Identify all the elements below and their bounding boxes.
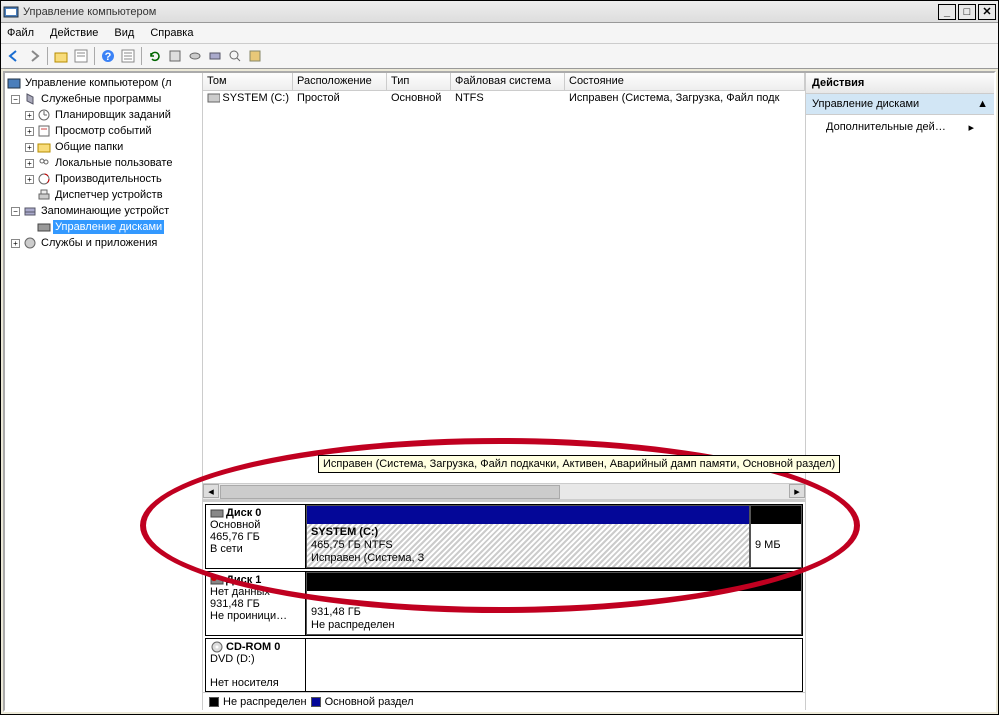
tree-group-storage[interactable]: −Запоминающие устройст xyxy=(5,203,202,219)
legend-unalloc-swatch xyxy=(209,697,219,707)
partition-tooltip: Исправен (Система, Загрузка, Файл подкач… xyxy=(318,455,840,473)
disk1-row: Диск 1 Нет данных 931,48 ГБ Не проиници…… xyxy=(205,571,803,636)
list-hscrollbar[interactable]: ◂ ▸ xyxy=(203,483,805,499)
chevron-right-icon: ▸ xyxy=(968,121,974,134)
minimize-button[interactable]: _ xyxy=(938,4,956,20)
actions-disk-header[interactable]: Управление дисками ▲ xyxy=(806,94,994,115)
col-status[interactable]: Состояние xyxy=(565,73,805,90)
extra-icon[interactable] xyxy=(246,47,264,65)
tree-scheduler[interactable]: +Планировщик заданий xyxy=(5,107,202,123)
content-area: Управление компьютером (л −Служебные про… xyxy=(3,71,996,712)
volume-list-header: Том Расположение Тип Файловая система Со… xyxy=(203,73,805,91)
tree-group-system[interactable]: −Служебные программы xyxy=(5,91,202,107)
menu-help[interactable]: Справка xyxy=(150,27,193,39)
refresh-icon[interactable] xyxy=(146,47,164,65)
disk0-info[interactable]: Диск 0 Основной 465,76 ГБ В сети xyxy=(206,505,306,568)
actions-panel: Действия Управление дисками ▲ Дополнител… xyxy=(806,73,994,710)
tree-devmgr[interactable]: Диспетчер устройств xyxy=(5,187,202,203)
scroll-left-icon[interactable]: ◂ xyxy=(203,484,219,498)
help-icon[interactable]: ? xyxy=(99,47,117,65)
tree-diskmgmt[interactable]: Управление дисками xyxy=(5,219,202,235)
disk0-partition-9mb[interactable]: 9 МБ xyxy=(750,505,802,568)
tree-localusers[interactable]: +Локальные пользовате xyxy=(5,155,202,171)
disk0-partition-system[interactable]: SYSTEM (C:) 465,75 ГБ NTFS Исправен (Сис… xyxy=(306,505,750,568)
tree-perf[interactable]: +Производительность xyxy=(5,171,202,187)
close-button[interactable]: ✕ xyxy=(978,4,996,20)
scroll-thumb[interactable] xyxy=(220,485,560,499)
legend: Не распределен Основной раздел xyxy=(203,692,805,710)
maximize-button[interactable]: □ xyxy=(958,4,976,20)
window-controls: _ □ ✕ xyxy=(938,4,996,20)
volume-list[interactable]: SYSTEM (C:) Простой Основной NTFS Исправ… xyxy=(203,91,805,483)
disk-icon-2[interactable] xyxy=(206,47,224,65)
menu-action[interactable]: Действие xyxy=(50,27,98,39)
legend-primary-swatch xyxy=(311,697,321,707)
forward-button[interactable] xyxy=(25,47,43,65)
legend-unalloc: Не распределен xyxy=(223,696,307,708)
tree-root[interactable]: Управление компьютером (л xyxy=(5,75,202,91)
col-fs[interactable]: Файловая система xyxy=(451,73,565,90)
actions-header: Действия xyxy=(806,73,994,94)
legend-primary: Основной раздел xyxy=(325,696,414,708)
titlebar[interactable]: Управление компьютером _ □ ✕ xyxy=(1,1,998,23)
menu-file[interactable]: Файл xyxy=(7,27,34,39)
tree-group-services[interactable]: +Службы и приложения xyxy=(5,235,202,251)
tree-events[interactable]: +Просмотр событий xyxy=(5,123,202,139)
menu-view[interactable]: Вид xyxy=(114,27,134,39)
window-title: Управление компьютером xyxy=(23,6,938,18)
volume-row[interactable]: SYSTEM (C:) Простой Основной NTFS Исправ… xyxy=(203,91,805,107)
up-icon[interactable] xyxy=(52,47,70,65)
scroll-right-icon[interactable]: ▸ xyxy=(789,484,805,498)
collapse-icon[interactable]: ▲ xyxy=(977,98,988,110)
col-volume[interactable]: Том xyxy=(203,73,293,90)
svg-text:?: ? xyxy=(105,51,112,63)
management-console: Управление компьютером _ □ ✕ Файл Действ… xyxy=(0,0,999,715)
back-button[interactable] xyxy=(5,47,23,65)
list-icon[interactable] xyxy=(119,47,137,65)
tree-panel: Управление компьютером (л −Служебные про… xyxy=(5,73,203,710)
disk-icon-1[interactable] xyxy=(186,47,204,65)
menubar: Файл Действие Вид Справка xyxy=(1,23,998,43)
disk1-unallocated[interactable]: 931,48 ГБ Не распределен xyxy=(306,572,802,635)
tree-shared[interactable]: +Общие папки xyxy=(5,139,202,155)
disk0-row: Диск 0 Основной 465,76 ГБ В сети SYSTEM … xyxy=(205,504,803,569)
disk-graphic-pane: Диск 0 Основной 465,76 ГБ В сети SYSTEM … xyxy=(203,499,805,692)
col-layout[interactable]: Расположение xyxy=(293,73,387,90)
action-more[interactable]: Дополнительные дей… ▸ xyxy=(806,115,994,140)
search-icon[interactable] xyxy=(226,47,244,65)
settings-icon[interactable] xyxy=(166,47,184,65)
cdrom-row: CD-ROM 0 DVD (D:) Нет носителя xyxy=(205,638,803,692)
col-type[interactable]: Тип xyxy=(387,73,451,90)
disk1-info[interactable]: Диск 1 Нет данных 931,48 ГБ Не проиници… xyxy=(206,572,306,635)
app-icon xyxy=(3,4,19,20)
toolbar: ? xyxy=(1,43,998,69)
center-panel: Том Расположение Тип Файловая система Со… xyxy=(203,73,806,710)
props-icon[interactable] xyxy=(72,47,90,65)
cdrom-info[interactable]: CD-ROM 0 DVD (D:) Нет носителя xyxy=(206,639,306,691)
